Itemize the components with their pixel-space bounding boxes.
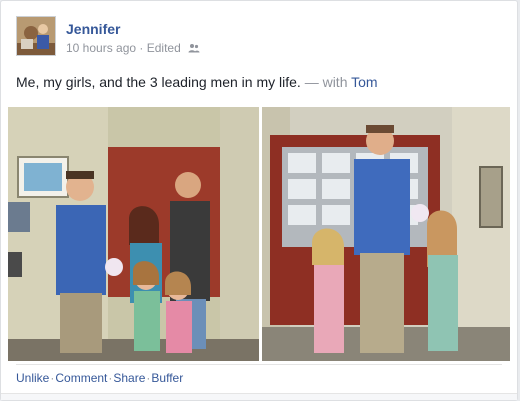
edited-label[interactable]: Edited [147, 41, 181, 55]
comments-area [1, 393, 517, 400]
photo-family-image [8, 107, 259, 361]
avatar[interactable] [16, 16, 56, 56]
timestamp[interactable]: 10 hours ago [66, 41, 136, 55]
post-meta: 10 hours ago · Edited [66, 40, 200, 55]
actions-divider [16, 364, 502, 365]
unlike-link[interactable]: Unlike [16, 371, 49, 385]
photo-grandfather-image [262, 107, 510, 361]
buffer-link[interactable]: Buffer [151, 371, 183, 385]
meta-separator: · [139, 40, 147, 55]
post-message: Me, my girls, and the 3 leading men in m… [16, 74, 301, 90]
post-text: Me, my girls, and the 3 leading men in m… [16, 73, 378, 91]
photo-left[interactable] [8, 107, 259, 361]
photo-right[interactable] [262, 107, 510, 361]
post-header: Jennifer 10 hours ago · Edited [16, 16, 496, 60]
post-actions: Unlike·Comment·Share·Buffer [16, 371, 183, 385]
friends-icon[interactable] [188, 43, 200, 53]
tagged-friend[interactable]: Tom [351, 74, 377, 90]
comment-link[interactable]: Comment [55, 371, 107, 385]
author-name[interactable]: Jennifer [66, 21, 120, 37]
post-card: Jennifer 10 hours ago · Edited Me, my gi… [0, 0, 518, 401]
share-link[interactable]: Share [113, 371, 145, 385]
avatar-image [17, 17, 55, 55]
with-prefix: — with [304, 74, 348, 90]
